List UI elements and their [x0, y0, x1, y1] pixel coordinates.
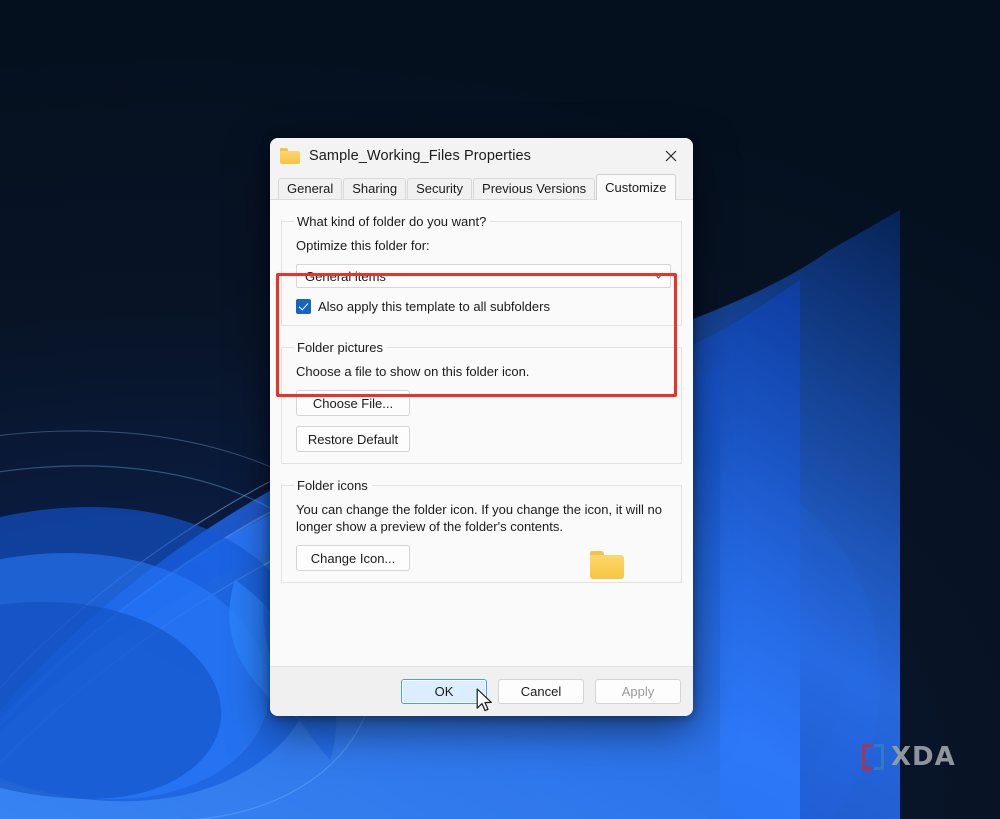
- tab-general[interactable]: General: [278, 178, 343, 199]
- optimize-folder-value: General items: [305, 268, 386, 284]
- apply-to-subfolders-checkbox[interactable]: [296, 299, 311, 314]
- folder-pictures-description: Choose a file to show on this folder ico…: [296, 364, 530, 379]
- apply-button[interactable]: Apply: [595, 679, 681, 704]
- folder-icons-group: Folder icons You can change the folder i…: [281, 478, 682, 583]
- tab-strip: General Sharing Security Previous Versio…: [270, 174, 693, 200]
- tab-security[interactable]: Security: [407, 178, 473, 199]
- choose-file-button[interactable]: Choose File...: [296, 390, 410, 416]
- desktop-background: XDA Sample_Working_Files Properties Gene…: [0, 0, 1000, 819]
- cancel-button[interactable]: Cancel: [498, 679, 584, 704]
- customize-tab-panel: What kind of folder do you want? Optimiz…: [270, 199, 693, 666]
- tab-sharing[interactable]: Sharing: [343, 178, 407, 199]
- apply-to-subfolders-label: Also apply this template to all subfolde…: [318, 299, 550, 314]
- tab-previous-versions[interactable]: Previous Versions: [473, 178, 596, 199]
- close-icon[interactable]: [648, 138, 693, 174]
- folder-icon: [280, 148, 300, 164]
- xda-watermark: XDA: [862, 742, 956, 774]
- folder-icons-description: You can change the folder icon. If you c…: [296, 502, 662, 534]
- change-icon-button[interactable]: Change Icon...: [296, 545, 410, 571]
- dialog-titlebar: Sample_Working_Files Properties: [270, 138, 693, 174]
- ok-button[interactable]: OK: [401, 679, 487, 704]
- chevron-down-icon: [653, 271, 664, 282]
- folder-icon-preview-row: Change Icon...: [292, 545, 671, 579]
- bracket-logo-icon: [862, 744, 884, 774]
- folder-properties-dialog: Sample_Working_Files Properties General …: [270, 138, 693, 716]
- folder-icon-preview: [590, 551, 624, 579]
- restore-default-button[interactable]: Restore Default: [296, 426, 410, 452]
- xda-watermark-text: XDA: [891, 742, 956, 772]
- dialog-title: Sample_Working_Files Properties: [309, 148, 532, 164]
- apply-to-subfolders-checkbox-row[interactable]: Also apply this template to all subfolde…: [296, 299, 671, 314]
- optimize-folder-dropdown[interactable]: General items: [296, 264, 671, 288]
- optimize-label: Optimize this folder for:: [296, 238, 430, 253]
- folder-pictures-legend: Folder pictures: [297, 340, 383, 355]
- folder-kind-group: What kind of folder do you want? Optimiz…: [281, 214, 682, 326]
- dialog-button-bar: OK Cancel Apply: [270, 666, 693, 716]
- folder-pictures-group: Folder pictures Choose a file to show on…: [281, 340, 682, 464]
- folder-icons-legend: Folder icons: [297, 478, 368, 493]
- tab-customize[interactable]: Customize: [596, 174, 676, 200]
- folder-kind-legend: What kind of folder do you want?: [297, 214, 487, 229]
